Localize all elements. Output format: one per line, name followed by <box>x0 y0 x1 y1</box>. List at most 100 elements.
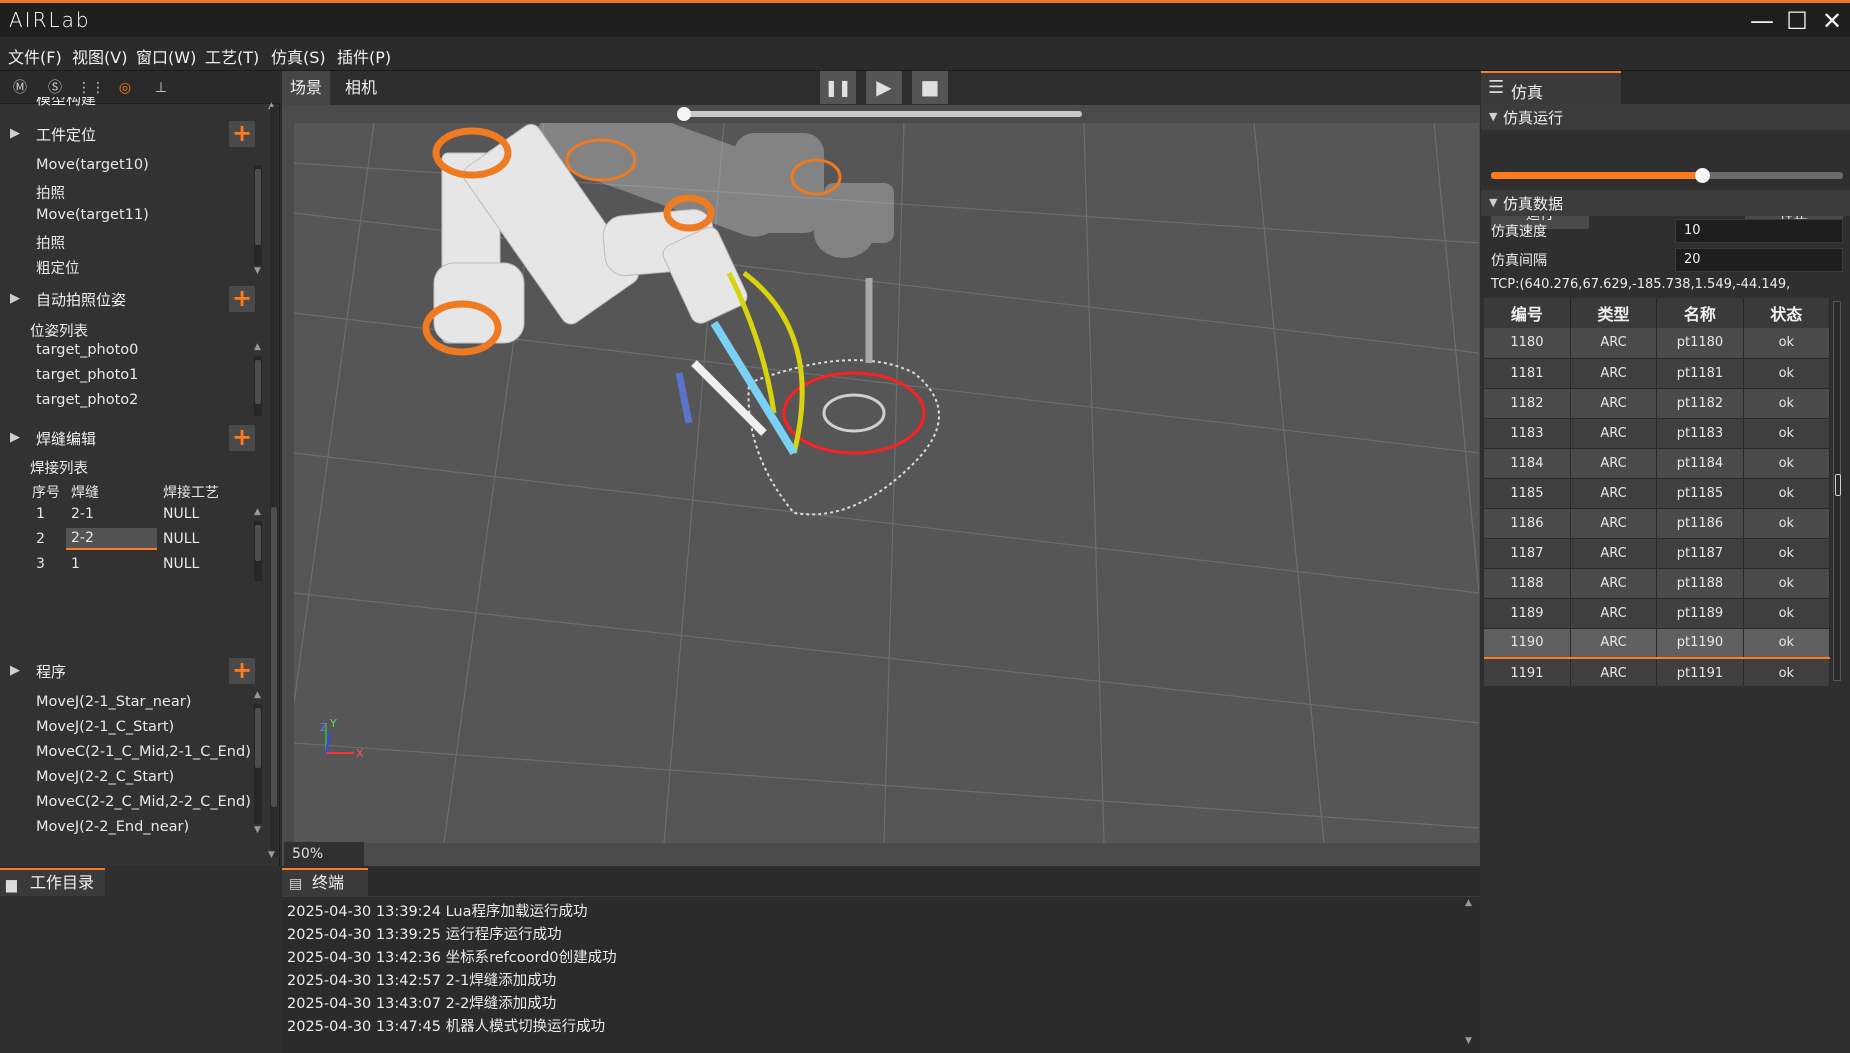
list-item[interactable]: MoveJ(2-2_C_Start) <box>36 769 174 785</box>
menu-window[interactable]: 窗口(W) <box>136 44 196 68</box>
panel-scrollbar[interactable] <box>270 107 278 857</box>
scroll-thumb[interactable] <box>1835 474 1841 496</box>
scroll-thumb[interactable] <box>255 525 261 561</box>
scroll-down-arrow-icon[interactable]: ▼ <box>268 850 275 860</box>
section-sim-data[interactable]: ▼ 仿真数据 <box>1481 190 1850 216</box>
section-auto-photo-pose[interactable]: ▶ 自动拍照位姿 + <box>0 283 270 315</box>
table-row[interactable]: 1189 ARC pt1189 ok <box>1484 598 1830 629</box>
weld-header-seam: 焊缝 <box>71 485 99 501</box>
scroll-up-arrow-icon[interactable]: ▲ <box>254 690 261 700</box>
table-row[interactable]: 1180 ARC pt1180 ok <box>1484 328 1830 359</box>
table-row[interactable]: 1187 ARC pt1187 ok <box>1484 538 1830 569</box>
table-row[interactable]: 1183 ARC pt1183 ok <box>1484 418 1830 449</box>
table-row-selected[interactable]: 1190 ARC pt1190 ok <box>1484 628 1830 659</box>
expand-arrow-icon[interactable]: ▶ <box>10 126 20 141</box>
stop-button[interactable]: ■ <box>912 71 948 104</box>
pause-button[interactable]: ❚❚ <box>820 71 856 104</box>
col-header-type[interactable]: 类型 <box>1570 298 1658 328</box>
menu-simulation[interactable]: 仿真(S) <box>271 44 326 68</box>
list-item[interactable]: MoveC(2-2_C_Mid,2-2_C_End) <box>36 794 251 810</box>
list-item[interactable]: 拍照 <box>36 182 65 203</box>
tab-camera[interactable]: 相机 <box>337 71 385 105</box>
scroll-down-arrow-icon[interactable]: ▼ <box>1465 1036 1472 1046</box>
pose-scrollbar[interactable] <box>254 356 262 416</box>
timeline-handle[interactable] <box>677 107 691 121</box>
scroll-thumb[interactable] <box>255 360 261 404</box>
section-program[interactable]: ▶ 程序 + <box>0 655 270 687</box>
add-pose-button[interactable]: + <box>229 286 255 312</box>
speed-slider-track[interactable] <box>1491 172 1843 179</box>
add-program-button[interactable]: + <box>229 658 255 684</box>
list-item[interactable]: 粗定位 <box>36 257 80 278</box>
scroll-thumb[interactable] <box>255 708 261 768</box>
col-header-name[interactable]: 名称 <box>1656 298 1744 328</box>
table-row[interactable]: 1182 ARC pt1182 ok <box>1484 388 1830 419</box>
maximize-button[interactable]: ☐ <box>1780 7 1814 35</box>
scroll-down-arrow-icon[interactable]: ▼ <box>254 825 261 835</box>
scroll-thumb[interactable] <box>255 169 261 245</box>
add-workpiece-button[interactable]: + <box>229 121 255 147</box>
list-item[interactable]: MoveJ(2-1_C_Start) <box>36 719 174 735</box>
section-workpiece-positioning[interactable]: ▶ 工件定位 + <box>0 118 270 150</box>
list-item[interactable]: MoveJ(2-1_Star_near) <box>36 694 191 710</box>
tab-work-directory[interactable]: ▆ 工作目录 <box>0 868 105 896</box>
expand-arrow-icon[interactable]: ▶ <box>10 291 20 306</box>
tab-scene[interactable]: 场景 <box>282 71 331 105</box>
menu-file[interactable]: 文件(F) <box>8 44 62 68</box>
list-item[interactable]: Move(target10) <box>36 157 149 173</box>
list-item[interactable]: target_photo1 <box>36 367 138 383</box>
cell-status: ok <box>1743 628 1830 659</box>
list-item[interactable]: Move(target11) <box>36 207 149 223</box>
sim-tab[interactable]: ☰ 仿真 <box>1481 71 1621 104</box>
sim-interval-input[interactable]: 20 <box>1675 248 1843 272</box>
section-sim-run[interactable]: ▼ 仿真运行 <box>1481 104 1850 130</box>
col-header-id[interactable]: 编号 <box>1484 298 1571 328</box>
minimize-button[interactable]: — <box>1745 7 1779 35</box>
tab-terminal[interactable]: ▤ 终端 <box>282 868 368 896</box>
mode-m-icon[interactable]: Ⓜ <box>7 76 33 100</box>
table-row[interactable]: 1 2-1 NULL <box>0 502 250 527</box>
weld-scrollbar[interactable] <box>254 521 262 581</box>
list-item[interactable]: target_photo0 <box>36 342 138 358</box>
table-row[interactable]: 1186 ARC pt1186 ok <box>1484 508 1830 539</box>
table-row[interactable]: 1181 ARC pt1181 ok <box>1484 358 1830 389</box>
workpiece-scrollbar[interactable] <box>254 165 262 265</box>
table-row[interactable]: 1185 ARC pt1185 ok <box>1484 478 1830 509</box>
scene-canvas[interactable]: X Y Z <box>293 89 1480 844</box>
section-weld-edit[interactable]: ▶ 焊缝编辑 + <box>0 422 270 454</box>
close-button[interactable]: ✕ <box>1815 7 1849 35</box>
table-scrollbar[interactable] <box>1833 301 1841 681</box>
col-header-status[interactable]: 状态 <box>1743 298 1830 328</box>
weld-seam-editor[interactable]: 2-2 <box>66 528 157 550</box>
list-item[interactable]: MoveC(2-1_C_Mid,2-1_C_End) <box>36 744 251 760</box>
expand-arrow-icon[interactable]: ▶ <box>10 430 20 445</box>
collapse-arrow-icon[interactable]: ▼ <box>1489 110 1497 123</box>
menu-plugin[interactable]: 插件(P) <box>337 44 391 68</box>
scroll-up-arrow-icon[interactable]: ▲ <box>254 342 261 352</box>
scroll-up-arrow-icon[interactable]: ▲ <box>254 507 261 517</box>
menu-process[interactable]: 工艺(T) <box>205 44 259 68</box>
zoom-level[interactable]: 50% <box>284 842 364 866</box>
timeline-track[interactable] <box>684 111 1082 117</box>
menu-view[interactable]: 视图(V) <box>72 44 127 68</box>
scroll-up-arrow-icon[interactable]: ▲ <box>1465 898 1472 908</box>
add-weld-button[interactable]: + <box>229 425 255 451</box>
expand-arrow-icon[interactable]: ▶ <box>10 663 20 678</box>
collapse-arrow-icon[interactable]: ▼ <box>1489 196 1497 209</box>
program-scrollbar[interactable] <box>254 704 262 824</box>
table-row-selected[interactable]: 2 2-2 NULL <box>0 527 250 552</box>
list-item[interactable]: MoveJ(2-2_End_near) <box>36 819 189 835</box>
scroll-down-arrow-icon[interactable]: ▼ <box>254 266 261 276</box>
table-row[interactable]: 3 1 NULL <box>0 552 250 577</box>
axis-z-label: Z <box>320 721 328 734</box>
list-item[interactable]: target_photo2 <box>36 392 138 408</box>
table-row[interactable]: 1188 ARC pt1188 ok <box>1484 568 1830 599</box>
sim-data-table[interactable]: 编号 类型 名称 状态 1180 ARC pt1180 ok 1181 ARC pt118… <box>1484 298 1830 686</box>
table-row[interactable]: 1191 ARC pt1191 ok <box>1484 658 1830 686</box>
list-item[interactable]: 拍照 <box>36 232 65 253</box>
log-line: 2025-04-30 13:39:24 Lua程序加载运行成功 <box>287 904 588 920</box>
scroll-thumb[interactable] <box>271 507 277 807</box>
play-button[interactable]: ▶ <box>866 71 902 104</box>
table-row[interactable]: 1184 ARC pt1184 ok <box>1484 448 1830 479</box>
sim-speed-input[interactable]: 10 <box>1675 219 1843 243</box>
